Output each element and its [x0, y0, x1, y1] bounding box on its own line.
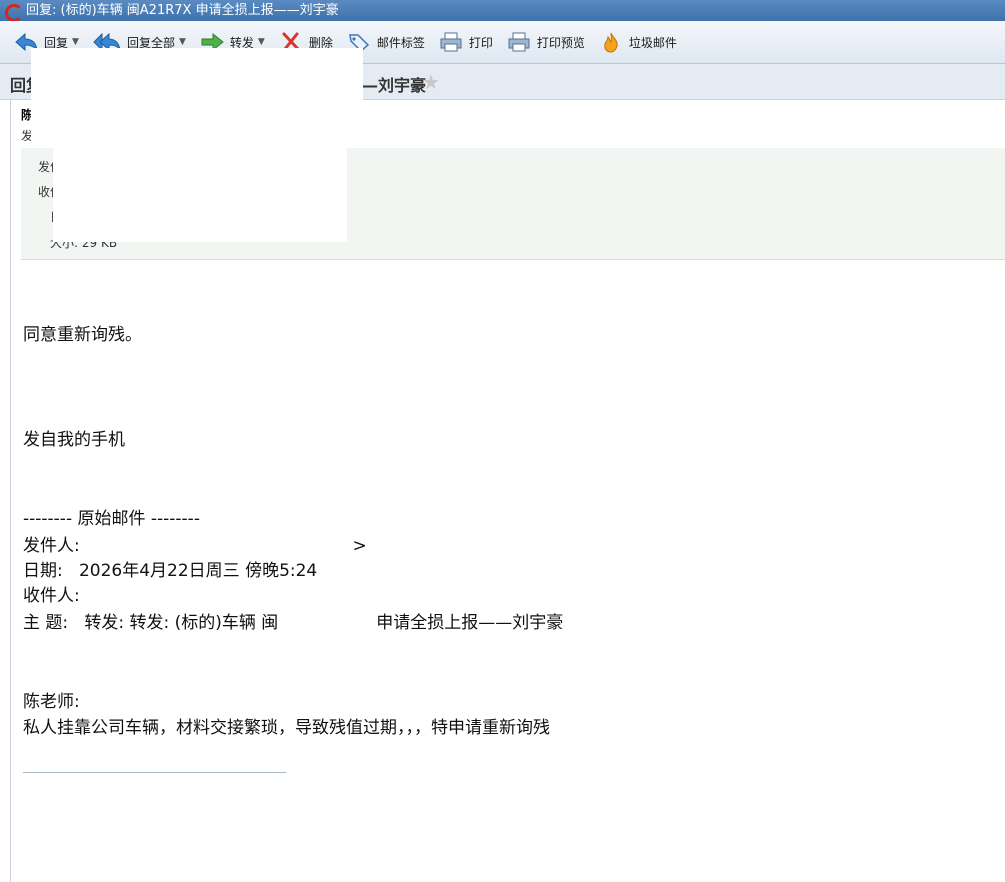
redaction-block	[53, 148, 347, 242]
junk-mail-label: 垃圾邮件	[628, 35, 677, 50]
orig-to-line: 收件人:	[23, 581, 80, 606]
print-preview-icon	[508, 32, 530, 52]
print-button[interactable]: 打印	[439, 28, 493, 56]
chevron-down-icon[interactable]: ▼	[72, 37, 79, 47]
orig-from-value: >	[352, 536, 367, 556]
star-icon[interactable]: ★	[422, 70, 440, 94]
print-preview-button[interactable]: 打印预览	[507, 28, 585, 56]
orig-from-label: 发件人:	[23, 536, 80, 556]
print-label: 打印	[468, 35, 493, 50]
original-content: 私人挂靠公司车辆，材料交接繁琐，导致残值过期，，，特申请重新询残	[23, 718, 550, 738]
mobile-signature: 发自我的手机	[23, 430, 125, 450]
chevron-down-icon[interactable]: ▼	[179, 37, 186, 47]
orig-subject-value-b: 申请全损上报——刘宇豪	[376, 613, 564, 633]
orig-subject-line: 主 题: 转发: 转发: (标的)车辆 闽 申请全损上报——刘宇豪	[23, 608, 563, 633]
window-titlebar: 回复: (标的)车辆 闽A21R7X 申请全损上报——刘宇豪	[0, 0, 1005, 21]
reply-message-text: 同意重新询残。	[23, 325, 142, 345]
orig-subject-value-a: 转发: 转发: (标的)车辆 闽	[84, 613, 279, 633]
window-title: 回复: (标的)车辆 闽A21R7X 申请全损上报——刘宇豪	[26, 3, 339, 18]
orig-from-line: 发件人: >	[23, 531, 367, 556]
junk-mail-button[interactable]: 垃圾邮件	[599, 28, 677, 56]
orig-date-line: 日期: 2026年4月22日周三 傍晚5:24	[23, 556, 317, 581]
app-logo-icon	[4, 3, 23, 21]
greeting-line: 陈老师:	[23, 692, 80, 712]
fire-icon	[604, 32, 618, 53]
redaction-block	[31, 48, 363, 148]
message-panel: 陈 发给 林滢 发件 收件 日 大小: 29 KB 同意重新询残。 发自我的手机…	[10, 48, 1005, 882]
orig-subject-label: 主 题:	[23, 613, 69, 633]
chevron-down-icon[interactable]: ▼	[258, 37, 265, 47]
signature-divider	[23, 772, 286, 773]
print-preview-label: 打印预览	[536, 35, 585, 50]
printer-icon	[440, 32, 462, 52]
original-mail-header: -------- 原始邮件 --------	[23, 509, 200, 529]
mail-tag-label: 邮件标签	[376, 35, 425, 50]
orig-date-label: 日期:	[23, 561, 63, 581]
orig-to-label: 收件人:	[23, 586, 80, 606]
subject-suffix: —刘宇豪	[362, 76, 427, 95]
orig-date-value: 2026年4月22日周三 傍晚5:24	[78, 561, 318, 581]
